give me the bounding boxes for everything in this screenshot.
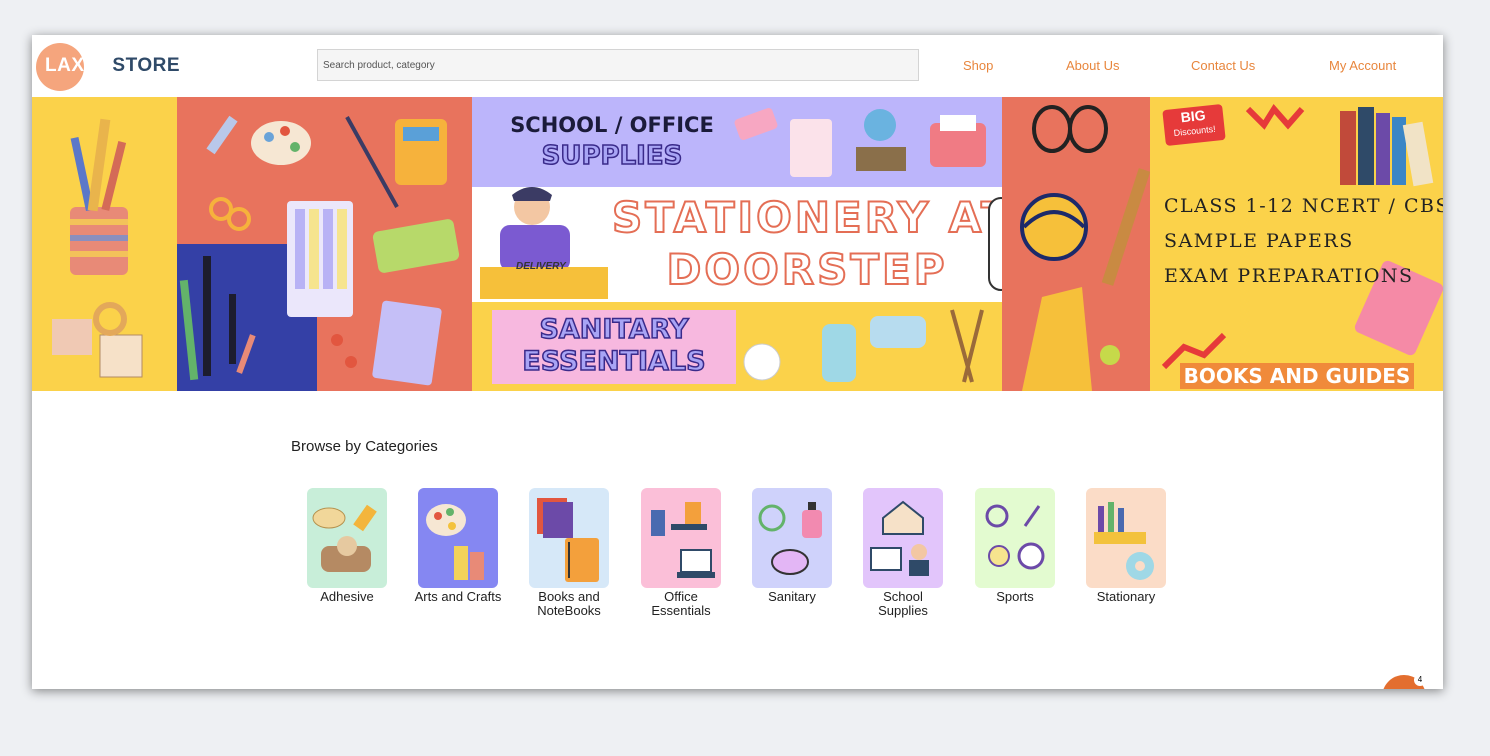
browse-categories-title: Browse by Categories xyxy=(291,438,438,455)
banner-hero-box: DELIVERY STATIONERY AT DOORSTEP xyxy=(472,187,1013,302)
nav-my-account[interactable]: My Account xyxy=(1329,58,1396,73)
search-input[interactable] xyxy=(317,49,919,81)
logo-text-store: STORE xyxy=(112,55,180,76)
adhesive-tape-icon xyxy=(307,488,387,588)
pencil-cup-illustration xyxy=(52,118,143,378)
hero-headline-2: DOORSTEP xyxy=(666,244,948,295)
office-desk-icon xyxy=(641,488,721,588)
nav-contact-us[interactable]: Contact Us xyxy=(1191,58,1255,73)
category-adhesive[interactable]: Adhesive xyxy=(302,488,392,604)
banner-panel-sanitary: SANITARY ESSENTIALS xyxy=(472,302,1002,391)
category-office-essentials[interactable]: Office Essentials xyxy=(636,488,726,618)
books-line-3: EXAM PREPARATIONS xyxy=(1164,265,1414,287)
browser-page: LAXMI STORE Shop About Us Contact Us My … xyxy=(32,35,1443,689)
delivery-person-illustration xyxy=(480,187,608,299)
category-label: Stationary xyxy=(1096,589,1156,604)
banner-panel-sports xyxy=(1002,97,1151,391)
markers-illustration xyxy=(287,201,353,317)
category-label: Sports xyxy=(996,589,1034,604)
category-arts-and-crafts[interactable]: Arts and Crafts xyxy=(413,488,503,604)
books-and-guides-strip: BOOKS AND GUIDES xyxy=(1180,363,1414,389)
banner-panel-books: BIG Discounts! CLASS 1-12 NCERT / CBSE S… xyxy=(1150,97,1443,391)
category-label: Arts and Crafts xyxy=(414,589,502,604)
logo-text-laxmi: LAXMI xyxy=(45,55,107,76)
banner-panel-supplies: SCHOOL / OFFICE SUPPLIES xyxy=(472,97,1002,187)
hero-banner[interactable]: SCHOOL / OFFICE SUPPLIES DELIVERY STATIO xyxy=(32,97,1443,391)
books-icon xyxy=(529,488,609,588)
sanitary-illustration xyxy=(743,309,984,383)
books-line-2: SAMPLE PAPERS xyxy=(1164,230,1354,252)
banner-panel-pencils xyxy=(32,97,177,391)
delivery-label: DELIVERY xyxy=(516,261,566,272)
category-label: Books and NoteBooks xyxy=(537,589,601,618)
chat-badge-count: 4 xyxy=(1414,674,1426,686)
site-header: LAXMI STORE Shop About Us Contact Us My … xyxy=(32,35,1443,97)
paint-palette-icon xyxy=(418,488,498,588)
category-stationary[interactable]: Stationary xyxy=(1081,488,1171,604)
category-label: Sanitary xyxy=(768,589,816,604)
category-books-and-notebooks[interactable]: Books and NoteBooks xyxy=(524,488,614,618)
nav-shop[interactable]: Shop xyxy=(963,58,993,73)
category-sports[interactable]: Sports xyxy=(970,488,1060,604)
school-icon xyxy=(863,488,943,588)
sanitizer-icon xyxy=(752,488,832,588)
category-label: Office Essentials xyxy=(651,589,711,618)
books-line-1: CLASS 1-12 NCERT / CBSE xyxy=(1164,195,1443,217)
hero-headline-1: STATIONERY AT xyxy=(611,192,1013,243)
nav-about-us[interactable]: About Us xyxy=(1066,58,1119,73)
category-school-supplies[interactable]: School Supplies xyxy=(858,488,948,618)
store-logo[interactable]: LAXMI STORE xyxy=(36,43,206,91)
category-label: Adhesive xyxy=(320,589,374,604)
category-label: School Supplies xyxy=(878,589,928,618)
sports-illustration xyxy=(1020,105,1151,391)
stationery-icon xyxy=(1086,488,1166,588)
category-sanitary[interactable]: Sanitary xyxy=(747,488,837,604)
office-supplies-illustration xyxy=(734,107,986,177)
sports-icon xyxy=(975,488,1055,588)
